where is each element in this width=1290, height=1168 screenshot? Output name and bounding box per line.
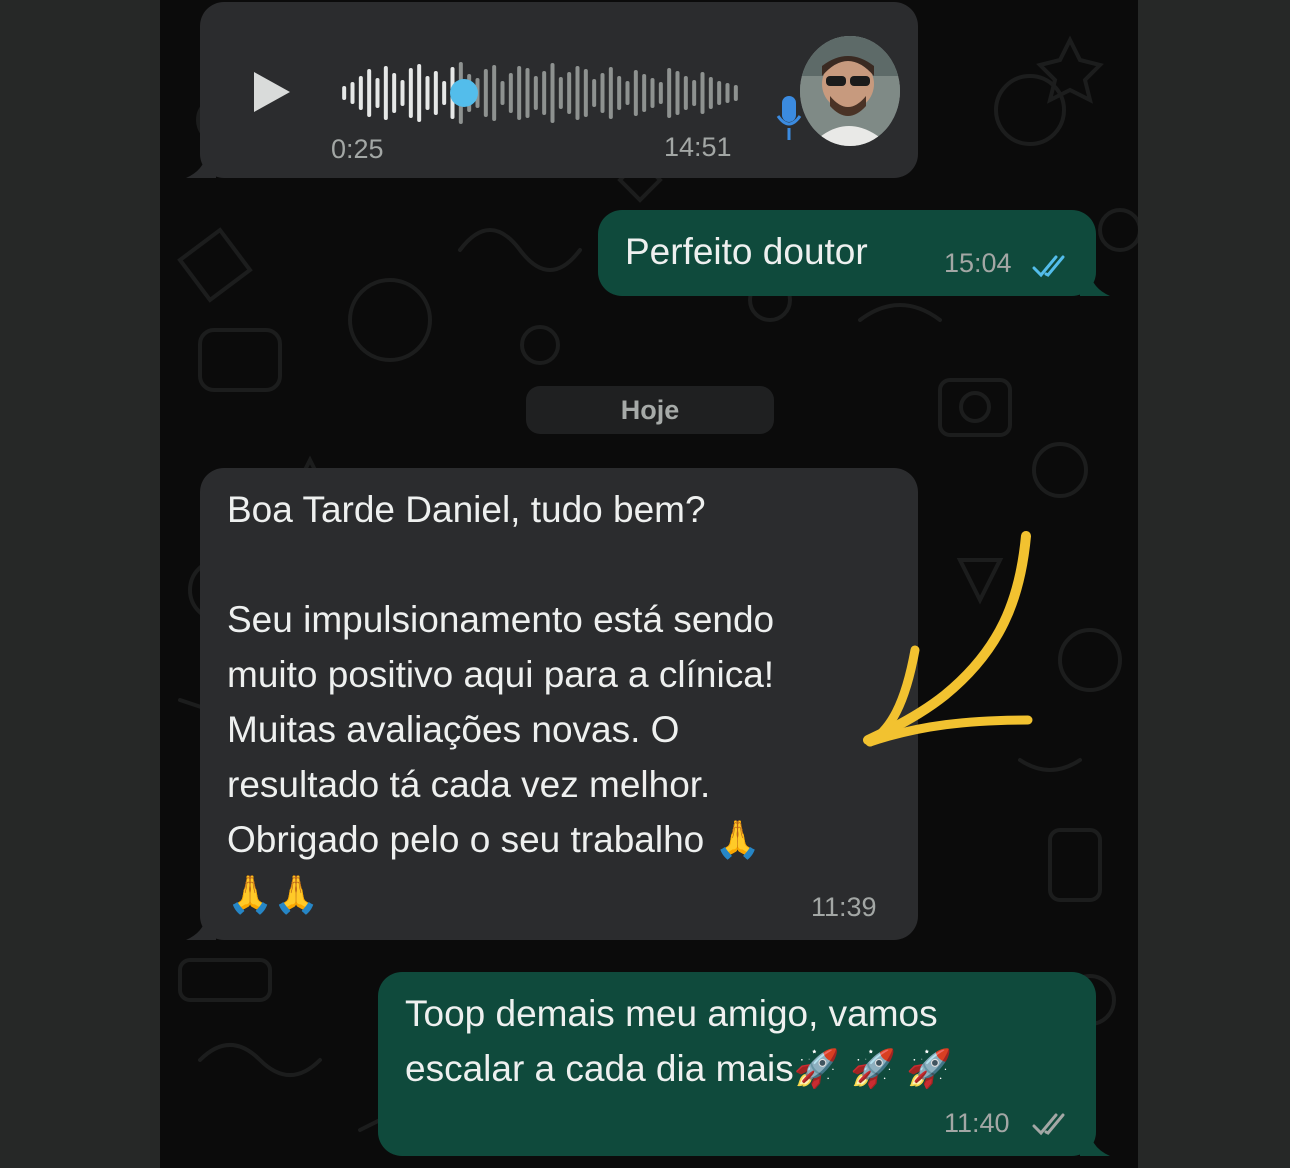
message-text: Boa Tarde Daniel, tudo bem? Seu impulsio… bbox=[227, 489, 775, 915]
message-time: 11:39 bbox=[811, 892, 877, 922]
message-text: Toop demais meu amigo, vamos escalar a c… bbox=[405, 993, 953, 1089]
message-text: Perfeito doutor bbox=[625, 231, 868, 272]
double-check-icon bbox=[1032, 1113, 1065, 1136]
incoming-message-bubble: Boa Tarde Daniel, tudo bem? Seu impulsio… bbox=[186, 468, 918, 940]
annotation-arrow bbox=[863, 531, 1033, 747]
voice-message-bubble: 0:25 14:51 bbox=[186, 2, 918, 178]
bubble-tail bbox=[186, 916, 216, 940]
bubble-tail bbox=[1080, 1132, 1110, 1156]
sender-avatar bbox=[800, 36, 900, 146]
outgoing-message-bubble: Toop demais meu amigo, vamos escalar a c… bbox=[378, 972, 1110, 1156]
date-separator: Hoje bbox=[526, 386, 774, 434]
play-icon bbox=[254, 72, 290, 112]
chat-window: 0:25 14:51 Perfeito doutor 15:04 Hoje Bo… bbox=[160, 0, 1138, 1168]
bubble-tail bbox=[186, 154, 216, 178]
microphone-icon bbox=[776, 94, 802, 142]
outgoing-message-bubble: Perfeito doutor 15:04 bbox=[598, 210, 1110, 296]
message-time: 11:40 bbox=[944, 1108, 1010, 1138]
voice-elapsed: 0:25 bbox=[331, 134, 384, 164]
message-time: 15:04 bbox=[944, 248, 1012, 278]
audio-waveform[interactable] bbox=[340, 58, 740, 128]
bubble-tail bbox=[1080, 272, 1110, 296]
play-button[interactable] bbox=[250, 68, 294, 116]
playback-position-knob[interactable] bbox=[450, 79, 478, 107]
avatar-photo bbox=[800, 36, 900, 146]
double-check-icon bbox=[1032, 255, 1065, 278]
voice-time: 14:51 bbox=[664, 132, 732, 162]
